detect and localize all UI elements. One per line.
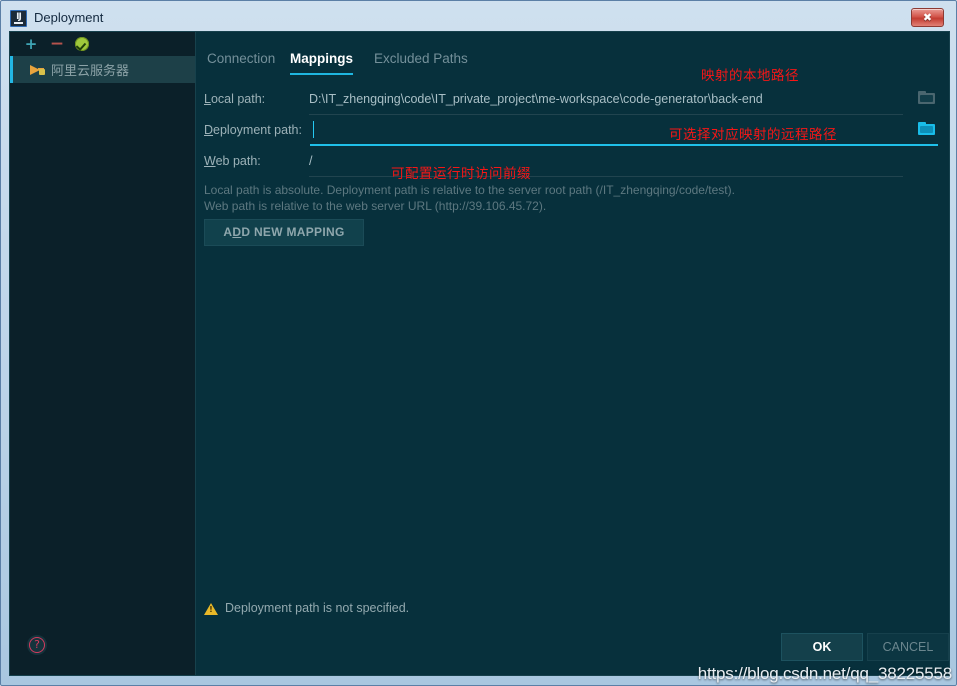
window-title: Deployment <box>34 10 104 25</box>
form-hint-text: Local path is absolute. Deployment path … <box>204 182 904 214</box>
tab-mappings[interactable]: Mappings <box>290 44 353 75</box>
watermark: https://blog.csdn.net/qq_38225558 <box>697 664 952 683</box>
deployment-path-browse-folder-icon[interactable] <box>918 121 936 136</box>
web-path-label: Web path: <box>204 154 261 168</box>
app-icon-underbar <box>14 22 23 24</box>
deployment-path-label: Deployment path: <box>204 123 302 137</box>
tab-excluded-paths[interactable]: Excluded Paths <box>374 44 468 74</box>
tab-bar: Connection Mappings Excluded Paths <box>196 44 949 76</box>
check-badge-icon <box>75 37 89 51</box>
server-name-label: 阿里云服务器 <box>51 64 130 79</box>
server-list-item[interactable]: 阿里云服务器 <box>10 56 195 83</box>
ok-button-label: OK <box>812 640 832 654</box>
sidebar-toolbar: + − <box>10 32 195 56</box>
add-server-button[interactable]: + <box>21 34 41 54</box>
annotation-web-path: 可配置运行时访问前缀 <box>391 166 531 182</box>
local-path-value[interactable]: D:\IT_zhengqing\code\IT_private_project\… <box>309 92 763 106</box>
annotation-deployment-path: 可选择对应映射的远程路径 <box>669 127 837 143</box>
local-path-browse-folder-icon[interactable] <box>918 90 936 105</box>
add-new-mapping-button[interactable]: ADD NEW MAPPING <box>204 219 364 246</box>
title-bar: IJ Deployment ✖ <box>1 1 957 35</box>
help-icon: ? <box>34 638 40 651</box>
hint-line-1: Local path is absolute. Deployment path … <box>204 183 735 197</box>
add-new-mapping-label: ADD NEW MAPPING <box>223 225 345 239</box>
cancel-button[interactable]: CANCEL <box>867 633 949 661</box>
lock-icon <box>39 69 45 75</box>
tab-mappings-label: Mappings <box>290 51 353 66</box>
test-connection-button[interactable] <box>72 34 92 54</box>
minus-icon: − <box>49 34 65 54</box>
cancel-button-label: CANCEL <box>882 640 934 654</box>
annotation-local-path: 映射的本地路径 <box>701 68 799 84</box>
close-icon: ✖ <box>922 11 933 24</box>
web-path-row: Web path: / <box>196 146 949 177</box>
plus-icon: + <box>24 35 38 53</box>
ok-button[interactable]: OK <box>781 633 863 661</box>
tab-connection[interactable]: Connection <box>207 44 275 74</box>
hint-line-2: Web path is relative to the web server U… <box>204 199 547 213</box>
web-path-input[interactable]: / <box>309 154 312 168</box>
intellij-idea-icon: IJ <box>10 10 27 27</box>
server-sidebar: + − 阿里云服务器 <box>10 32 196 675</box>
deployment-dialog-window: IJ Deployment ✖ + − 阿里云服务器 Connection Ma… <box>0 0 957 686</box>
remove-server-button[interactable]: − <box>47 34 67 54</box>
sftp-server-icon <box>30 62 46 77</box>
warning-message: Deployment path is not specified. <box>225 601 410 615</box>
help-button[interactable]: ? <box>27 635 47 655</box>
local-path-row: Local path: D:\IT_zhengqing\code\IT_priv… <box>196 84 949 115</box>
warning-triangle-icon <box>204 603 218 615</box>
local-path-label: Local path: <box>204 92 266 106</box>
server-list: 阿里云服务器 <box>10 56 195 83</box>
tab-active-underline <box>290 73 353 75</box>
text-caret <box>313 121 314 138</box>
close-button[interactable]: ✖ <box>911 8 944 27</box>
